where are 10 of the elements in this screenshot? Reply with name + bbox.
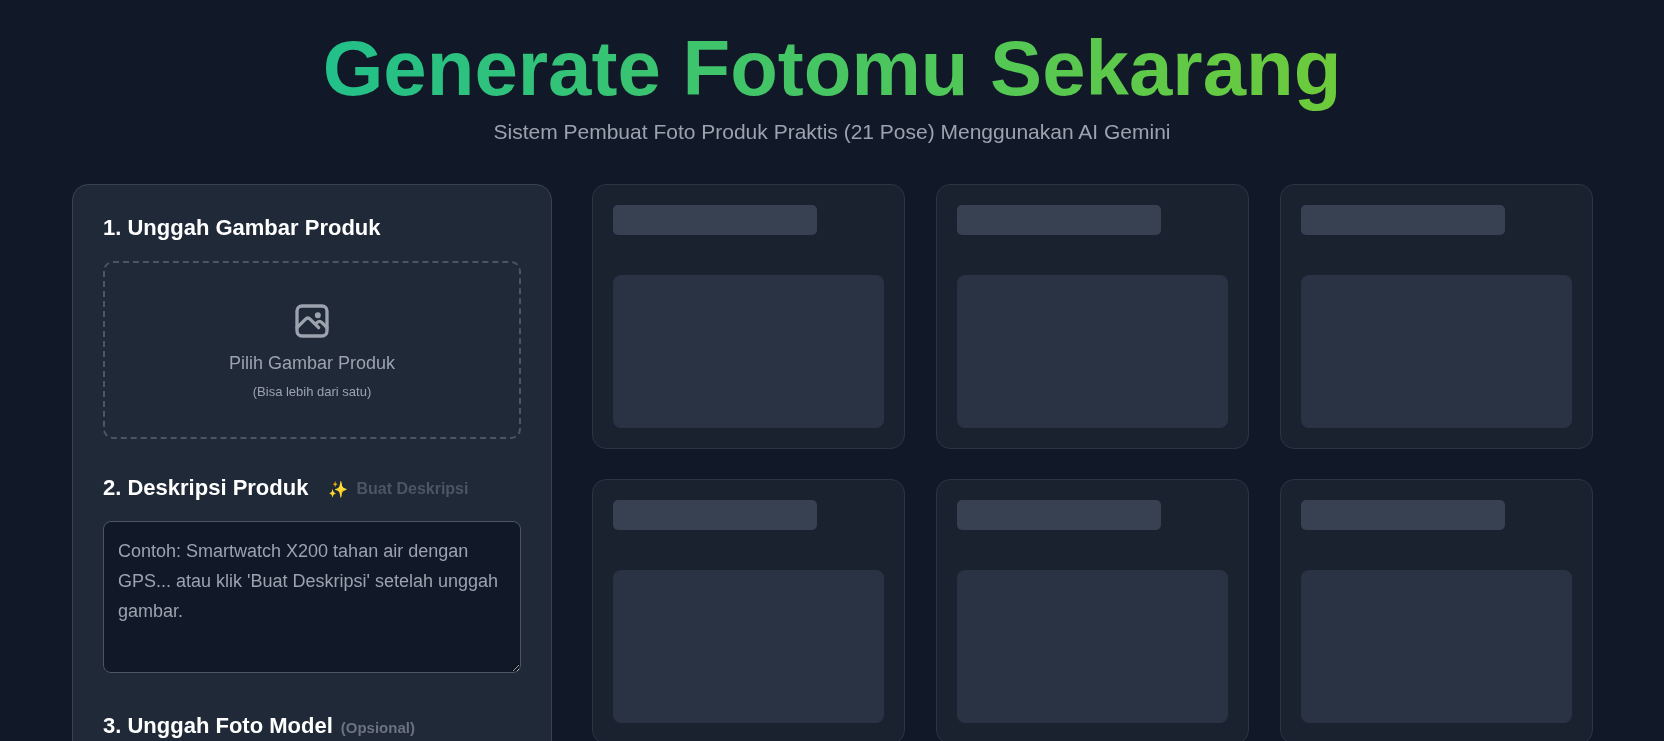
section-heading: 2. Deskripsi Produk bbox=[103, 474, 309, 501]
page-subtitle: Sistem Pembuat Foto Produk Praktis (21 Pose) Menggunakan AI Gemini bbox=[493, 119, 1171, 144]
sparkle-icon: ✨ bbox=[328, 479, 349, 499]
upload-label: Pilih Gambar Produk bbox=[228, 352, 396, 374]
section-heading: 3. Unggah Foto Model bbox=[103, 712, 333, 739]
section-heading: 1. Unggah Gambar Produk bbox=[103, 214, 381, 241]
upload-dropzone[interactable]: Pilih Gambar Produk (Bisa lebih dari satu) bbox=[103, 260, 521, 439]
optional-note: (Opsional) bbox=[340, 718, 415, 736]
upload-hint: (Bisa lebih dari satu) bbox=[252, 383, 372, 399]
description-field[interactable]: Contoh: Smartwatch X200 tahan air dengan GPS... atau klik 'Buat Deskripsi' setelah unggah gambar. bbox=[103, 520, 521, 673]
